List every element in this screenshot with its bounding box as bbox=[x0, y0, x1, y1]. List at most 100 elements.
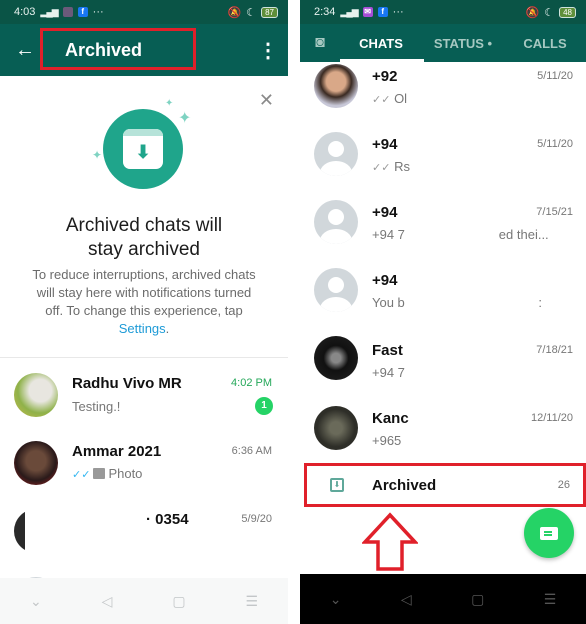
nav-menu-icon[interactable]: ☰ bbox=[245, 593, 258, 610]
more-notifications-icon: ··· bbox=[392, 6, 404, 18]
signal-icon: ▂▄▆ bbox=[340, 6, 358, 17]
chat-time: 12/11/20 bbox=[530, 412, 573, 424]
chat-message: Testing.! bbox=[72, 399, 121, 414]
chat-time: 5/11/20 bbox=[537, 138, 573, 150]
nav-back-icon[interactable]: ◁ bbox=[102, 593, 113, 610]
chat-message-text: Ol bbox=[394, 91, 408, 106]
chat-time: 5/9/20 bbox=[241, 513, 272, 525]
highlight-box bbox=[40, 28, 196, 70]
new-chat-button[interactable] bbox=[524, 508, 574, 558]
chat-message: +94 7 bbox=[372, 365, 405, 380]
chat-row[interactable]: Fast +94 7 7/18/21 bbox=[300, 332, 586, 400]
tab-calls[interactable]: CALLS bbox=[504, 36, 586, 51]
more-notifications-icon: ··· bbox=[92, 6, 104, 18]
chat-row[interactable]: · 0354 5/9/20 bbox=[0, 495, 288, 563]
chat-message: ✓✓ Photo bbox=[72, 466, 142, 481]
photo-icon bbox=[93, 468, 106, 479]
chat-name: Radhu Vivo MR bbox=[72, 375, 182, 392]
banner-title-line: stay archived bbox=[88, 239, 200, 260]
chat-message: You b : bbox=[372, 295, 543, 310]
chat-name: +92 bbox=[372, 68, 398, 85]
status-bar: 4:03 ▂▄▆ f ··· 🔕 ☾ 87 bbox=[0, 0, 288, 24]
nav-down-icon[interactable]: ⌄ bbox=[30, 593, 42, 610]
chat-row[interactable]: Ammar 2021 ✓✓ Photo 6:36 AM bbox=[0, 427, 288, 495]
unread-badge: 1 bbox=[255, 397, 273, 415]
system-nav-bar: ⌄ ◁ ▢ ☰ bbox=[0, 578, 288, 624]
status-time: 2:34 bbox=[314, 6, 336, 18]
mute-icon: 🔕 bbox=[227, 6, 242, 19]
nav-down-icon[interactable]: ⌄ bbox=[330, 591, 342, 608]
chat-time: 6:36 AM bbox=[231, 445, 272, 457]
avatar bbox=[314, 406, 358, 450]
avatar bbox=[14, 373, 58, 417]
camera-icon[interactable]: ◙ bbox=[300, 34, 340, 52]
chat-row[interactable]: Radhu Vivo MR Testing.! 4:02 PM 1 bbox=[0, 359, 288, 427]
nav-home-icon[interactable]: ▢ bbox=[471, 591, 484, 608]
up-arrow-annotation bbox=[362, 512, 418, 571]
banner-title: Archived chats will stay archived bbox=[0, 214, 288, 262]
chat-name: +94 bbox=[372, 204, 398, 221]
messenger-icon: ✉ bbox=[362, 7, 373, 17]
sparkle-icon: ✦ bbox=[92, 148, 103, 162]
close-icon[interactable]: ✕ bbox=[259, 90, 274, 111]
chats-screen: 2:34 ▂▄▆ ✉ f ··· 🔕 ☾ 48 ◙ CHATS STATUS •… bbox=[300, 0, 586, 624]
highlight-box bbox=[304, 463, 586, 507]
status-time: 4:03 bbox=[14, 6, 36, 18]
facebook-icon: f bbox=[377, 7, 388, 17]
chat-message-text: Rs bbox=[394, 159, 410, 174]
read-ticks-icon: ✓✓ bbox=[372, 162, 391, 174]
banner-punct: . bbox=[165, 321, 170, 336]
avatar bbox=[314, 336, 358, 380]
chat-name: Fast bbox=[372, 342, 403, 359]
chat-name: Ammar 2021 bbox=[72, 443, 162, 460]
facebook-icon: f bbox=[77, 7, 88, 17]
chat-row[interactable]: +94 You b : bbox=[300, 264, 586, 332]
chat-row[interactable]: Kanc +965 12/11/20 bbox=[300, 400, 586, 468]
archive-box-icon: ⬇ bbox=[123, 129, 163, 169]
chat-name: Kanc bbox=[372, 410, 409, 427]
chat-time: 5/11/20 bbox=[537, 70, 573, 82]
chat-message-text: Photo bbox=[108, 466, 143, 481]
chat-time: 4:02 PM bbox=[231, 377, 272, 389]
chat-row[interactable]: +92 ✓✓ Ol 5/11/20 bbox=[300, 60, 586, 128]
chat-name: +94 bbox=[372, 272, 398, 289]
settings-link[interactable]: Settings bbox=[119, 321, 166, 336]
chat-time: 7/15/21 bbox=[536, 206, 573, 218]
avatar bbox=[14, 509, 58, 553]
read-ticks-icon: ✓✓ bbox=[72, 469, 91, 481]
banner-text: To reduce interruptions, archived chats … bbox=[30, 266, 258, 338]
archive-info-banner: ✕ ✦ ✦ ✦ ⬇ Archived chats will stay archi… bbox=[0, 76, 288, 358]
status-bar: 2:34 ▂▄▆ ✉ f ··· 🔕 ☾ 48 bbox=[300, 0, 586, 24]
signal-icon: ▂▄▆ bbox=[40, 6, 58, 17]
archive-illustration: ⬇ bbox=[103, 109, 183, 189]
moon-icon: ☾ bbox=[544, 6, 555, 19]
battery-indicator: 87 bbox=[261, 6, 278, 18]
mute-icon: 🔕 bbox=[525, 6, 540, 19]
banner-body: To reduce interruptions, archived chats … bbox=[32, 267, 256, 318]
archived-screen: 4:03 ▂▄▆ f ··· 🔕 ☾ 87 ← Archived ⋮ ✕ ✦ ✦… bbox=[0, 0, 288, 624]
read-ticks-icon: ✓✓ bbox=[372, 94, 391, 106]
chat-message: +94 7 ed thei... bbox=[372, 227, 549, 242]
message-icon bbox=[540, 526, 558, 540]
chat-row[interactable]: +94 +94 7 ed thei... 7/15/21 bbox=[300, 196, 586, 264]
moon-icon: ☾ bbox=[246, 6, 257, 19]
nav-menu-icon[interactable]: ☰ bbox=[544, 591, 557, 608]
app-bar: ← Archived ⋮ bbox=[0, 24, 288, 76]
nav-back-icon[interactable]: ◁ bbox=[401, 591, 412, 608]
chat-row[interactable]: +94 ✓✓ Rs 5/11/20 bbox=[300, 128, 586, 196]
chat-message: ✓✓ Rs bbox=[372, 159, 410, 174]
more-options-icon[interactable]: ⋮ bbox=[248, 38, 288, 63]
tab-chats[interactable]: CHATS bbox=[340, 36, 422, 51]
sparkle-icon: ✦ bbox=[165, 98, 174, 109]
chat-time: 7/18/21 bbox=[536, 344, 573, 356]
chat-message: ✓✓ Ol bbox=[372, 91, 407, 106]
avatar bbox=[314, 268, 358, 312]
system-nav-bar: ⌄ ◁ ▢ ☰ bbox=[300, 574, 586, 624]
banner-title-line: Archived chats will bbox=[65, 215, 223, 236]
avatar bbox=[314, 200, 358, 244]
nav-home-icon[interactable]: ▢ bbox=[172, 593, 185, 610]
tab-status[interactable]: STATUS • bbox=[422, 36, 504, 51]
chat-message: +965 bbox=[372, 433, 402, 448]
avatar bbox=[314, 132, 358, 176]
chat-name: · 0354 bbox=[146, 511, 189, 528]
